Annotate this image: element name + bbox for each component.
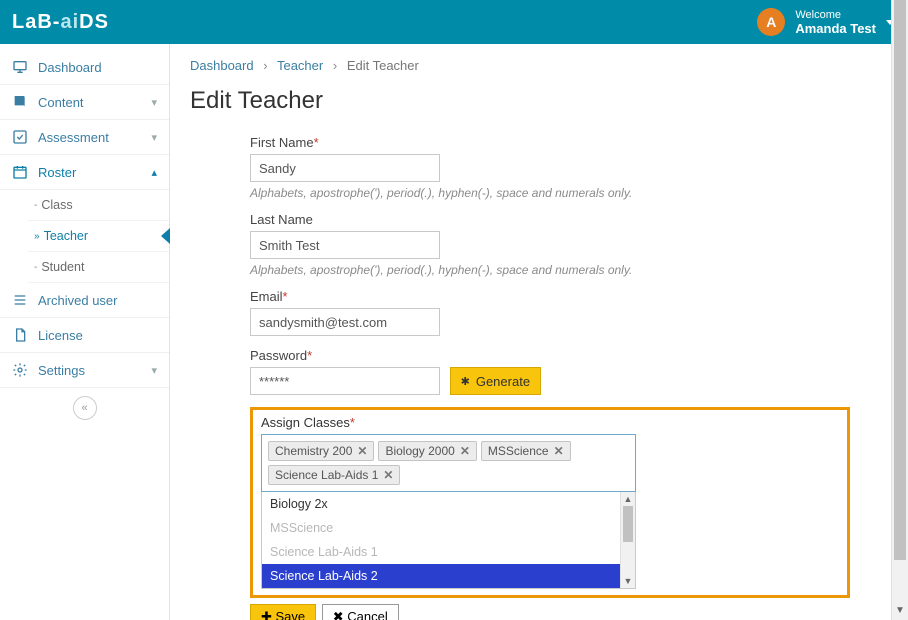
logo-part3: DS bbox=[79, 11, 109, 34]
sidebar-sub-teacher[interactable]: »Teacher bbox=[28, 221, 169, 252]
gear-icon bbox=[12, 362, 28, 378]
last-name-input[interactable] bbox=[250, 231, 440, 259]
dropdown-option: MSScience bbox=[262, 516, 635, 540]
last-name-label: Last Name bbox=[250, 212, 850, 227]
scroll-thumb[interactable] bbox=[894, 0, 906, 560]
first-name-label: First Name* bbox=[250, 135, 850, 150]
scroll-up-icon[interactable]: ▲ bbox=[621, 494, 635, 504]
sidebar-item-label: Dashboard bbox=[38, 60, 102, 75]
sidebar-sub-student[interactable]: -Student bbox=[28, 252, 169, 283]
user-menu[interactable]: A Welcome Amanda Test bbox=[757, 8, 894, 36]
generate-button[interactable]: Generate bbox=[450, 367, 541, 395]
scroll-down-icon[interactable]: ▼ bbox=[892, 605, 908, 616]
sidebar-item-roster[interactable]: Roster ▴ bbox=[0, 155, 169, 190]
check-icon bbox=[12, 129, 28, 145]
class-tag: Science Lab-Aids 1✕ bbox=[268, 465, 400, 485]
collapse-sidebar-button[interactable]: « bbox=[73, 396, 97, 420]
sidebar-sub-label: Teacher bbox=[44, 229, 88, 243]
password-label: Password* bbox=[250, 348, 850, 363]
main-content: Dashboard › Teacher › Edit Teacher Edit … bbox=[170, 44, 908, 620]
breadcrumb-dashboard[interactable]: Dashboard bbox=[190, 58, 254, 73]
sidebar-item-settings[interactable]: Settings ▾ bbox=[0, 353, 169, 388]
breadcrumb-teacher[interactable]: Teacher bbox=[277, 58, 323, 73]
page-title: Edit Teacher bbox=[190, 87, 888, 115]
assign-classes-input[interactable]: Chemistry 200✕ Biology 2000✕ MSScience✕ … bbox=[261, 434, 636, 492]
calendar-icon bbox=[12, 164, 28, 180]
remove-tag-icon[interactable]: ✕ bbox=[460, 444, 470, 458]
class-tag: Biology 2000✕ bbox=[378, 441, 476, 461]
email-label: Email* bbox=[250, 289, 850, 304]
sidebar-item-dashboard[interactable]: Dashboard bbox=[0, 50, 169, 85]
sidebar-roster-submenu: -Class »Teacher -Student bbox=[0, 190, 169, 283]
last-name-hint: Alphabets, apostrophe('), period(.), hyp… bbox=[250, 263, 850, 277]
list-icon bbox=[12, 292, 28, 308]
remove-tag-icon[interactable]: ✕ bbox=[554, 444, 564, 458]
sidebar-item-label: License bbox=[38, 328, 83, 343]
sidebar-item-label: Content bbox=[38, 95, 84, 110]
assign-classes-dropdown[interactable]: Biology 2x MSScience Science Lab-Aids 1 … bbox=[261, 492, 636, 589]
monitor-icon bbox=[12, 59, 28, 75]
cancel-button[interactable]: ✖ Cancel bbox=[322, 604, 399, 620]
logo-part2: ai bbox=[60, 11, 79, 34]
email-input[interactable] bbox=[250, 308, 440, 336]
book-icon bbox=[12, 94, 28, 110]
sidebar: Dashboard Content ▾ Assessment ▾ Roster … bbox=[0, 44, 170, 620]
scroll-thumb[interactable] bbox=[623, 506, 633, 542]
sidebar-item-label: Archived user bbox=[38, 293, 117, 308]
dropdown-scrollbar[interactable]: ▲ ▼ bbox=[620, 492, 635, 588]
sidebar-item-label: Roster bbox=[38, 165, 76, 180]
sidebar-item-content[interactable]: Content ▾ bbox=[0, 85, 169, 120]
page-scrollbar[interactable]: ▼ bbox=[891, 0, 908, 620]
chevron-up-icon: ▴ bbox=[151, 166, 157, 179]
remove-tag-icon[interactable]: ✕ bbox=[357, 444, 367, 458]
class-tag: MSScience✕ bbox=[481, 441, 571, 461]
edit-teacher-form: First Name* Alphabets, apostrophe('), pe… bbox=[250, 135, 850, 620]
class-tag: Chemistry 200✕ bbox=[268, 441, 374, 461]
chevron-down-icon: ▾ bbox=[151, 364, 157, 377]
breadcrumb-current: Edit Teacher bbox=[347, 58, 419, 73]
scroll-down-icon[interactable]: ▼ bbox=[621, 576, 635, 586]
first-name-input[interactable] bbox=[250, 154, 440, 182]
first-name-hint: Alphabets, apostrophe('), period(.), hyp… bbox=[250, 186, 850, 200]
password-input[interactable] bbox=[250, 367, 440, 395]
sidebar-sub-label: Class bbox=[41, 198, 72, 212]
breadcrumb: Dashboard › Teacher › Edit Teacher bbox=[190, 58, 888, 73]
logo: LaB-aiDS bbox=[12, 11, 109, 34]
dropdown-option[interactable]: Biology 2x bbox=[262, 492, 635, 516]
doc-icon bbox=[12, 327, 28, 343]
assign-classes-highlight: Assign Classes* Chemistry 200✕ Biology 2… bbox=[250, 407, 850, 598]
avatar: A bbox=[757, 8, 785, 36]
save-button[interactable]: ✚ Save bbox=[250, 604, 316, 620]
sidebar-sub-class[interactable]: -Class bbox=[28, 190, 169, 221]
sidebar-sub-label: Student bbox=[41, 260, 84, 274]
dropdown-option: Science Lab-Aids 1 bbox=[262, 540, 635, 564]
logo-part1: LaB- bbox=[12, 11, 60, 34]
chevron-down-icon: ▾ bbox=[151, 96, 157, 109]
sidebar-item-archived[interactable]: Archived user bbox=[0, 283, 169, 318]
sidebar-item-label: Assessment bbox=[38, 130, 109, 145]
user-name: Amanda Test bbox=[795, 22, 876, 35]
remove-tag-icon[interactable]: ✕ bbox=[383, 468, 393, 482]
sidebar-item-license[interactable]: License bbox=[0, 318, 169, 353]
assign-classes-label: Assign Classes* bbox=[261, 415, 839, 430]
app-header: LaB-aiDS A Welcome Amanda Test bbox=[0, 0, 908, 44]
sidebar-item-assessment[interactable]: Assessment ▾ bbox=[0, 120, 169, 155]
sidebar-item-label: Settings bbox=[38, 363, 85, 378]
dropdown-option[interactable]: Science Lab-Aids 2 bbox=[262, 564, 635, 588]
chevron-down-icon: ▾ bbox=[151, 131, 157, 144]
